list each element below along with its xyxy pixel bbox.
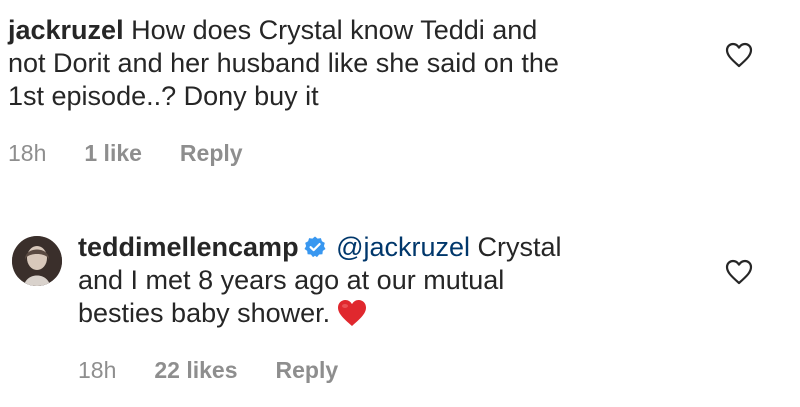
comment-1-reply-button[interactable]: Reply bbox=[180, 140, 243, 167]
comment-2-meta: 18h 22 likes Reply bbox=[78, 357, 338, 384]
comment-1-username[interactable]: jackruzel bbox=[8, 15, 124, 45]
comment-2-body: teddimellencamp @jackruzel Crystal and I… bbox=[78, 231, 698, 330]
comment-2-text-line-3: besties baby shower. bbox=[78, 298, 331, 328]
comment-2-reply-button[interactable]: Reply bbox=[276, 357, 339, 384]
comment-2-avatar[interactable] bbox=[12, 236, 62, 286]
comment-1-text-line-3: 1st episode..? Dony buy it bbox=[8, 81, 319, 111]
verified-badge-icon bbox=[303, 234, 327, 258]
comment-1-meta: 18h 1 like Reply bbox=[8, 140, 243, 167]
comment-2-text-line-1: Crystal bbox=[477, 232, 562, 262]
comment-1-timestamp: 18h bbox=[8, 140, 47, 166]
comment-2-text-line-2: and I met 8 years ago at our mutual bbox=[78, 265, 505, 295]
comment-1-body: jackruzel How does Crystal know Teddi an… bbox=[8, 14, 708, 113]
red-heart-emoji-icon bbox=[336, 298, 368, 328]
comment-1-text-line-1: How does Crystal know Teddi and bbox=[131, 15, 538, 45]
comment-2-like-heart-icon[interactable] bbox=[725, 259, 753, 285]
comment-2: teddimellencamp @jackruzel Crystal and I… bbox=[78, 231, 698, 330]
comment-2-username[interactable]: teddimellencamp bbox=[78, 232, 299, 262]
comment-2-likes-count[interactable]: 22 likes bbox=[154, 357, 237, 384]
comment-2-mention-link[interactable]: @jackruzel bbox=[336, 232, 470, 262]
comment-1: jackruzel How does Crystal know Teddi an… bbox=[8, 14, 708, 113]
comment-2-timestamp: 18h bbox=[78, 357, 117, 383]
comment-1-likes-count[interactable]: 1 like bbox=[84, 140, 142, 167]
comment-1-like-heart-icon[interactable] bbox=[725, 42, 753, 68]
comment-1-text-line-2: not Dorit and her husband like she said … bbox=[8, 48, 559, 78]
